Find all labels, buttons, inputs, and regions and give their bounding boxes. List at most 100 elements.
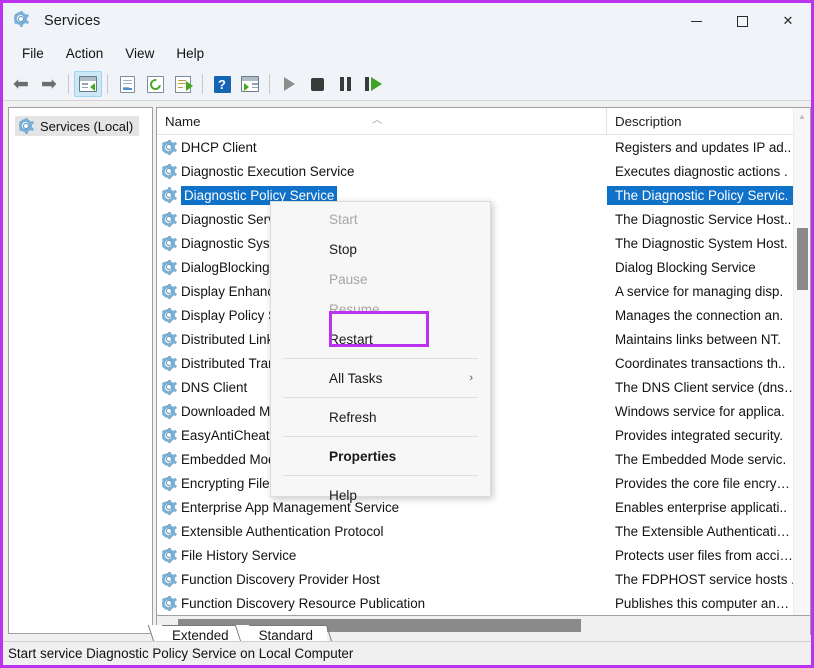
show-hide-action-pane-icon[interactable] [236, 71, 264, 97]
toolbar-separator [202, 74, 203, 94]
context-menu-item-label: All Tasks [329, 370, 383, 386]
vertical-scrollbar-thumb[interactable] [797, 228, 808, 290]
gear-icon [161, 427, 177, 443]
services-window: Services ✕ File Action View Help ⬅ ➡ ? S… [0, 0, 814, 668]
service-description-cell: The DNS Client service (dns… [615, 379, 798, 395]
column-header-description-label: Description [615, 114, 682, 129]
service-name-cell: Extensible Authentication Protocol [157, 523, 607, 539]
service-description-cell: The Embedded Mode servic. [615, 451, 787, 467]
toolbar: ⬅ ➡ ? [3, 68, 811, 101]
service-description-cell: The Diagnostic System Host. [615, 235, 788, 251]
service-name-label: Function Discovery Resource Publication [181, 595, 426, 611]
table-row[interactable]: File History Service Protects user files … [157, 543, 810, 567]
context-menu-item-all-tasks[interactable]: All Tasks › [271, 363, 490, 393]
gear-icon [161, 451, 177, 467]
menu-view[interactable]: View [114, 43, 165, 64]
menu-action[interactable]: Action [55, 43, 115, 64]
service-name-cell: File History Service [157, 547, 607, 563]
gear-icon [161, 139, 177, 155]
close-button[interactable]: ✕ [765, 3, 811, 39]
menu-file[interactable]: File [11, 43, 55, 64]
gear-icon [161, 259, 177, 275]
start-service-icon[interactable] [275, 71, 303, 97]
scroll-up-button[interactable]: ▲ [794, 108, 810, 125]
context-menu-separator [283, 397, 478, 398]
sidebar-item-services-local[interactable]: Services (Local) [15, 116, 140, 136]
maximize-button[interactable] [719, 3, 765, 39]
service-name-cell: Function Discovery Provider Host [157, 571, 607, 587]
gear-icon [161, 595, 177, 611]
restart-service-icon[interactable] [359, 71, 387, 97]
help-icon[interactable]: ? [208, 71, 236, 97]
service-description-cell: Provides integrated security. [615, 427, 783, 443]
context-menu-item-resume: Resume [271, 294, 490, 324]
sort-ascending-icon: ︿ [372, 115, 382, 126]
column-header-description[interactable]: Description [607, 108, 810, 135]
properties-window-icon[interactable] [113, 71, 141, 97]
status-bar-text: Start service Diagnostic Policy Service … [8, 646, 354, 661]
context-menu-separator [283, 436, 478, 437]
service-name-label: DHCP Client [181, 139, 257, 155]
context-menu-separator [283, 358, 478, 359]
gear-icon [161, 187, 177, 203]
table-row[interactable]: DHCP Client Registers and updates IP ad.. [157, 135, 810, 159]
minimize-button[interactable] [673, 3, 719, 39]
table-row[interactable]: Extensible Authentication Protocol The Ex… [157, 519, 810, 543]
gear-icon [161, 523, 177, 539]
gear-icon [161, 163, 177, 179]
service-description-cell: The Extensible Authenticati… [615, 523, 790, 539]
toolbar-separator [269, 74, 270, 94]
table-row[interactable]: Diagnostic Execution Service Executes dia… [157, 159, 810, 183]
export-list-icon[interactable] [169, 71, 197, 97]
gear-icon [161, 283, 177, 299]
service-description-cell: Enables enterprise applicati.. [615, 499, 787, 515]
context-menu-item-restart[interactable]: Restart [271, 324, 490, 354]
gear-icon [13, 10, 33, 31]
service-name-cell: Diagnostic Execution Service [157, 163, 607, 179]
gear-icon [161, 499, 177, 515]
service-name-label: DNS Client [181, 379, 248, 395]
context-menu-item-label: Properties [329, 448, 397, 464]
title-bar: Services ✕ [3, 3, 811, 39]
context-menu-item-label: Start [329, 211, 358, 227]
table-row[interactable]: Function Discovery Resource Publication P… [157, 591, 810, 615]
gear-icon [161, 235, 177, 251]
table-row[interactable]: Function Discovery Provider Host The FDPH… [157, 567, 810, 591]
service-name-cell: Function Discovery Resource Publication [157, 595, 607, 611]
service-description-cell: Executes diagnostic actions . [615, 163, 788, 179]
service-description-cell: Coordinates transactions th.. [615, 355, 786, 371]
maximize-icon [736, 15, 748, 27]
gear-icon [161, 307, 177, 323]
submenu-chevron-icon: › [469, 372, 473, 384]
back-arrow-icon[interactable]: ⬅ [7, 71, 35, 97]
gear-icon [161, 475, 177, 491]
context-menu-item-help[interactable]: Help [271, 480, 490, 510]
window-title: Services [44, 13, 101, 29]
gear-icon [161, 547, 177, 563]
service-description-cell: Protects user files from acci… [615, 547, 793, 563]
vertical-scrollbar[interactable]: ▲ [793, 108, 810, 615]
menu-bar: File Action View Help [3, 39, 811, 68]
stop-service-icon[interactable] [303, 71, 331, 97]
tab-label: Standard [258, 628, 313, 643]
minimize-icon [690, 20, 702, 22]
refresh-icon[interactable] [141, 71, 169, 97]
context-menu-item-properties[interactable]: Properties [271, 441, 490, 471]
menu-help[interactable]: Help [165, 43, 215, 64]
show-hide-console-tree-icon[interactable] [74, 71, 102, 97]
forward-arrow-icon[interactable]: ➡ [35, 71, 63, 97]
service-name-label: Diagnostic Execution Service [181, 163, 355, 179]
context-menu-item-stop[interactable]: Stop [271, 234, 490, 264]
gear-icon [161, 379, 177, 395]
toolbar-separator [68, 74, 69, 94]
service-description-cell: Dialog Blocking Service [615, 259, 756, 275]
service-name-cell: DHCP Client [157, 139, 607, 155]
context-menu-item-label: Help [329, 487, 357, 503]
context-menu-separator [283, 475, 478, 476]
service-description-cell: Manages the connection an. [615, 307, 784, 323]
pause-service-icon[interactable] [331, 71, 359, 97]
tab-label: Extended [172, 628, 229, 643]
context-menu-item-refresh[interactable]: Refresh [271, 402, 490, 432]
column-header-name[interactable]: Name ︿ [157, 108, 607, 135]
service-name-label: EasyAntiCheat [181, 427, 270, 443]
